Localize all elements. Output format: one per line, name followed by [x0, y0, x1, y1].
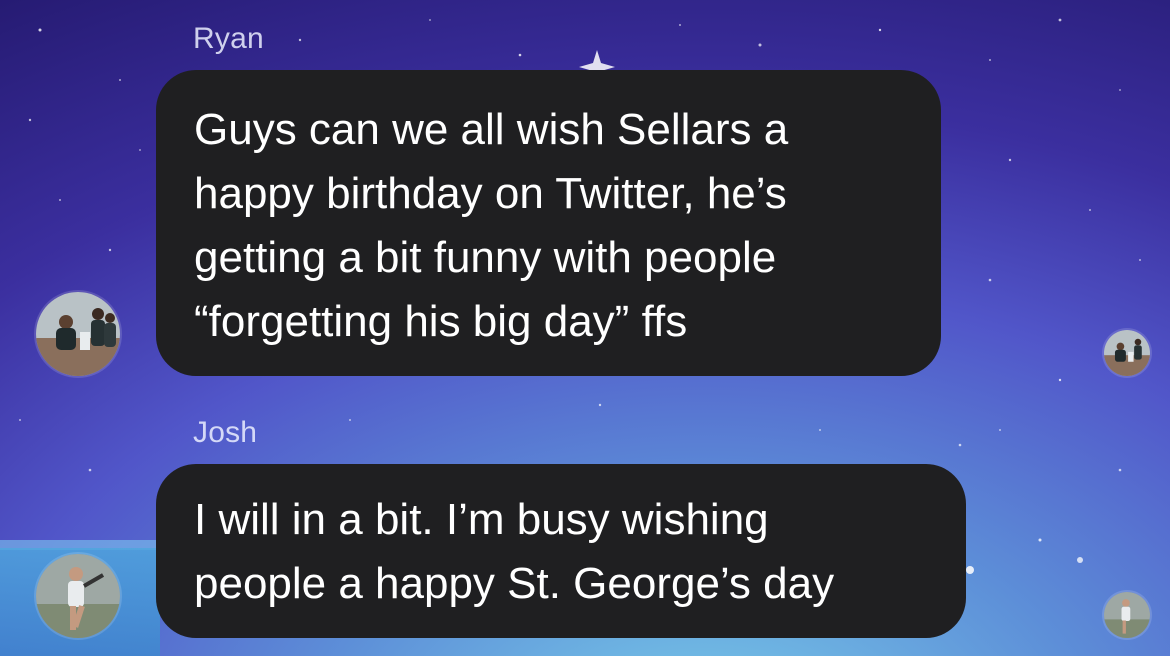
group-photo-avatar[interactable]: [36, 292, 120, 376]
message-bubble[interactable]: Guys can we all wish Sellars a happy bir…: [156, 70, 941, 376]
message-line: Guys can we all wish Sellars a: [194, 105, 789, 154]
message-line: people a happy St. George’s day: [194, 559, 835, 608]
sender-name-josh: Josh: [193, 416, 258, 449]
sender-name-ryan: Ryan: [193, 22, 264, 55]
group-photo-read-receipt: [1104, 330, 1150, 376]
tennis-player-read-receipt: [1104, 592, 1150, 638]
message-line: “forgetting his big day” ffs: [194, 297, 688, 346]
message-line: getting a bit funny with people: [194, 233, 777, 282]
message-bubble[interactable]: I will in a bit. I’m busy wishing people…: [156, 464, 966, 638]
message-line: happy birthday on Twitter, he’s: [194, 169, 787, 218]
message-line: I will in a bit. I’m busy wishing: [194, 495, 769, 544]
tennis-player-avatar[interactable]: [36, 554, 120, 638]
